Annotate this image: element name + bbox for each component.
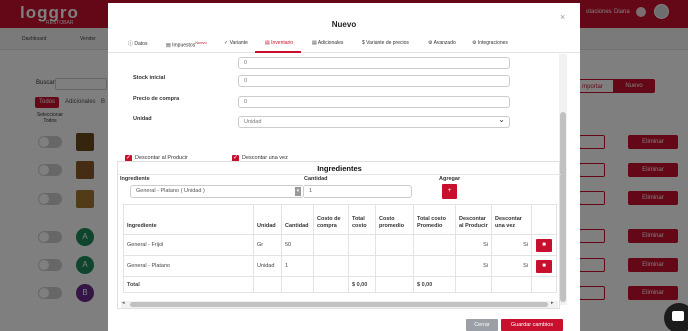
tab-datos[interactable]: ⓘ Datos [128, 40, 147, 47]
cell-cantidad: 50 [281, 234, 314, 256]
stock-label: Stock inicial [133, 75, 166, 81]
cell-actions: ■ [531, 234, 557, 256]
ingredients-panel: Ingredientes Ingrediente Cantidad Agrega… [117, 161, 561, 309]
total-row: Total $ 0,00 $ 0,00 [123, 276, 557, 293]
chevron-down-icon[interactable]: ▾ [295, 187, 301, 196]
cell-ingrediente: General - Platano [123, 255, 254, 277]
selected-ingredient: General - Platano ( Unidad ) [136, 188, 205, 194]
modal-title: Nuevo [331, 20, 357, 29]
table-row: General - Platano Unidad 1 Si Si ■ [123, 255, 557, 277]
table-row: General - Frijol Gr 50 Si Si ■ [123, 234, 557, 256]
stock-field[interactable]: 0 [238, 75, 510, 87]
cell-total-costo [348, 255, 376, 277]
purchase-price-field[interactable]: 0 [238, 96, 510, 108]
ingredients-table: Ingrediente Unidad Cantidad Costo de com… [123, 204, 557, 293]
cell-descontar-vez: Si [491, 234, 532, 256]
add-label: Agregar [439, 176, 461, 182]
total-costo: $ 0,00 [348, 276, 376, 293]
cell-unidad: Unidad [253, 255, 282, 277]
ingredients-title: Ingredientes [317, 164, 362, 173]
col-descontar-vez: Descontar una vez [491, 204, 532, 235]
modal-tabs: ⓘ Datos ▤ ImpuestosNuevo ✓ Variante ▤ In… [108, 33, 580, 53]
cell-descontar-producir: Si [455, 255, 492, 277]
modal-scrollbar[interactable] [559, 54, 567, 305]
col-descontar-producir: Descontar al Producir [455, 204, 492, 235]
top-value-field[interactable]: 0 [238, 57, 510, 69]
tab-avanzado[interactable]: ⚙ Avanzado [428, 40, 456, 46]
cancel-button[interactable]: Cerrar [466, 319, 498, 331]
table-header-row: Ingrediente Unidad Cantidad Costo de com… [123, 204, 557, 235]
tab-variante[interactable]: ✓ Variante [224, 40, 248, 46]
empty-cell [455, 276, 492, 293]
trash-icon[interactable]: ■ [536, 238, 552, 252]
tab-variante-precios[interactable]: $ Variante de precios [362, 40, 409, 46]
empty-cell [253, 276, 282, 293]
empty-cell [281, 276, 314, 293]
col-costo-promedio: Costo promedio [375, 204, 414, 235]
trash-icon[interactable]: ■ [536, 259, 552, 273]
tab-integraciones[interactable]: ⚙ Integraciones [472, 40, 508, 46]
quantity-label: Cantidad [304, 176, 328, 182]
cell-ingrediente: General - Frijol [123, 234, 254, 256]
cell-costo-compra [313, 255, 349, 277]
quantity-input[interactable]: 1 [304, 185, 412, 198]
col-cantidad: Cantidad [281, 204, 314, 235]
unit-select[interactable]: Unidad [238, 115, 510, 128]
tab-impuestos[interactable]: ▤ ImpuestosNuevo [166, 40, 207, 49]
divider [118, 174, 561, 175]
cell-descontar-producir: Si [455, 234, 492, 256]
table-scrollbar[interactable]: ◂ ▸ [121, 300, 558, 308]
total-label: Total [123, 276, 254, 293]
unit-label: Unidad [133, 116, 152, 122]
empty-cell [313, 276, 349, 293]
scroll-right-icon[interactable]: ▸ [551, 300, 554, 306]
cell-cantidad: 1 [281, 255, 314, 277]
cell-total-costo-promedio [413, 234, 456, 256]
scroll-left-icon[interactable]: ◂ [122, 300, 125, 306]
close-icon[interactable]: × [560, 12, 565, 22]
cell-total-costo [348, 234, 376, 256]
add-ingredient-button[interactable]: + [442, 184, 457, 199]
purchase-price-label: Precio de compra [133, 96, 180, 102]
new-badge: Nuevo [195, 40, 207, 45]
col-ingrediente: Ingrediente [123, 204, 254, 235]
empty-cell [531, 276, 557, 293]
empty-cell [491, 276, 532, 293]
cell-costo-promedio [375, 255, 414, 277]
active-tab-indicator [255, 51, 301, 53]
cell-total-costo-promedio [413, 255, 456, 277]
total-costo-promedio: $ 0,00 [413, 276, 456, 293]
col-actions [531, 204, 557, 235]
ingredient-label: Ingrediente [120, 176, 150, 182]
tab-adicionales[interactable]: ▤ Adicionales [312, 40, 343, 46]
cell-actions: ■ [531, 255, 557, 277]
col-unidad: Unidad [253, 204, 282, 235]
scrollbar-thumb[interactable] [130, 302, 548, 307]
chat-icon[interactable] [664, 303, 688, 331]
col-costo-compra: Costo de compra [313, 204, 349, 235]
cell-unidad: Gr [253, 234, 282, 256]
col-total-costo: Total costo [348, 204, 376, 235]
ingredient-select[interactable]: General - Platano ( Unidad ) ▾ [130, 185, 304, 198]
cell-costo-promedio [375, 234, 414, 256]
empty-cell [375, 276, 414, 293]
tab-inventario[interactable]: ▤ Inventario [265, 40, 293, 46]
cell-costo-compra [313, 234, 349, 256]
col-total-costo-promedio: Total costo Promedio [413, 204, 456, 235]
scrollbar-thumb[interactable] [560, 112, 566, 302]
save-button[interactable]: Guardar cambios [501, 319, 563, 331]
cell-descontar-vez: Si [491, 255, 532, 277]
